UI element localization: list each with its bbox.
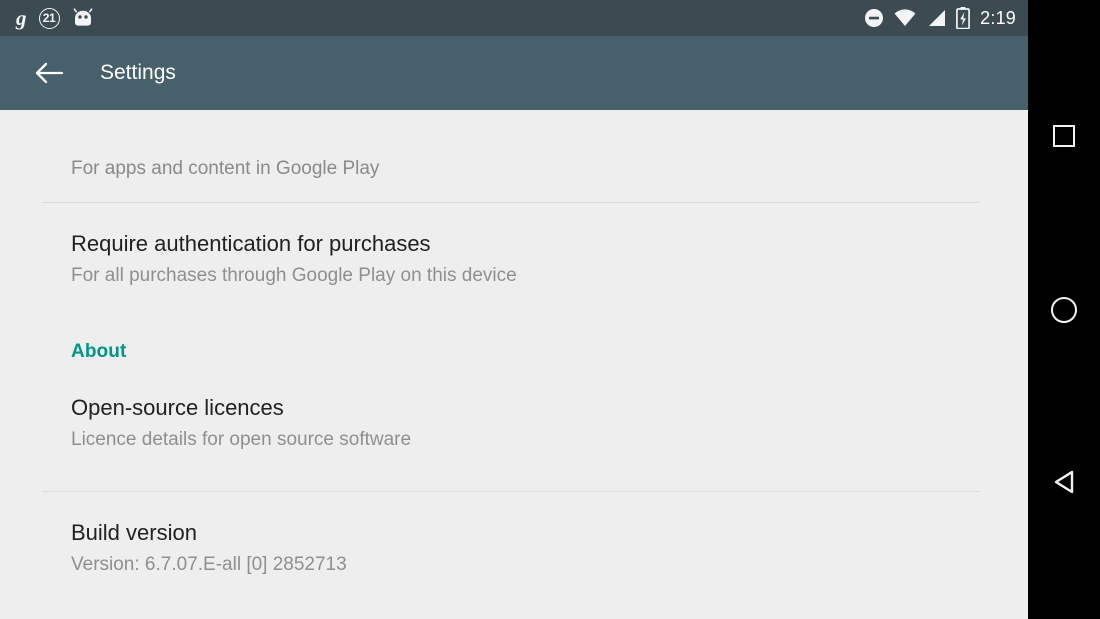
page-title: Settings <box>100 61 176 84</box>
back-arrow-icon[interactable] <box>26 50 72 96</box>
pref-require-authentication[interactable]: Require authentication for purchases For… <box>0 203 1028 297</box>
status-bar-clock: 2:19 <box>980 7 1016 28</box>
section-header-about: About <box>0 297 1028 367</box>
wifi-icon <box>894 9 916 27</box>
google-notification-icon: g <box>16 5 27 30</box>
cellular-signal-icon <box>926 9 946 27</box>
navigation-bar <box>1028 0 1100 619</box>
recents-square-icon <box>1053 125 1075 147</box>
app-bar: Settings <box>0 36 1028 110</box>
status-bar-notifications: g 21 <box>16 5 864 30</box>
android-robot-icon <box>72 8 94 28</box>
pref-title: Build version <box>71 520 197 545</box>
pref-title: Require authentication for purchases <box>71 231 431 256</box>
play-store-caption-row: For apps and content in Google Play <box>0 110 1028 202</box>
pref-title: Open-source licences <box>71 395 284 420</box>
home-circle-icon <box>1051 297 1077 323</box>
pref-summary: Version: 6.7.07.E-all [0] 2852713 <box>71 554 347 575</box>
do-not-disturb-icon <box>864 8 884 28</box>
pref-summary: Licence details for open source software <box>71 429 412 450</box>
play-store-caption: For apps and content in Google Play <box>71 158 380 179</box>
back-button-nav[interactable] <box>1028 448 1100 520</box>
battery-charging-icon <box>956 7 971 30</box>
status-bar-system-icons: 2:19 <box>864 7 1016 30</box>
settings-content: For apps and content in Google Play Requ… <box>0 110 1028 619</box>
home-button[interactable] <box>1028 274 1100 346</box>
pref-summary: For all purchases through Google Play on… <box>71 265 517 286</box>
notification-count-badge: 21 <box>38 7 60 29</box>
device-screen: g 21 2:19 Settings For apps and content … <box>0 0 1100 619</box>
pref-build-version[interactable]: Build version Version: 6.7.07.E-all [0] … <box>0 492 1028 586</box>
recents-button[interactable] <box>1028 100 1100 172</box>
status-bar: g 21 2:19 <box>0 0 1028 36</box>
pref-open-source-licences[interactable]: Open-source licences Licence details for… <box>0 367 1028 461</box>
back-triangle-icon <box>1051 468 1077 501</box>
section-header-label: About <box>71 341 127 362</box>
